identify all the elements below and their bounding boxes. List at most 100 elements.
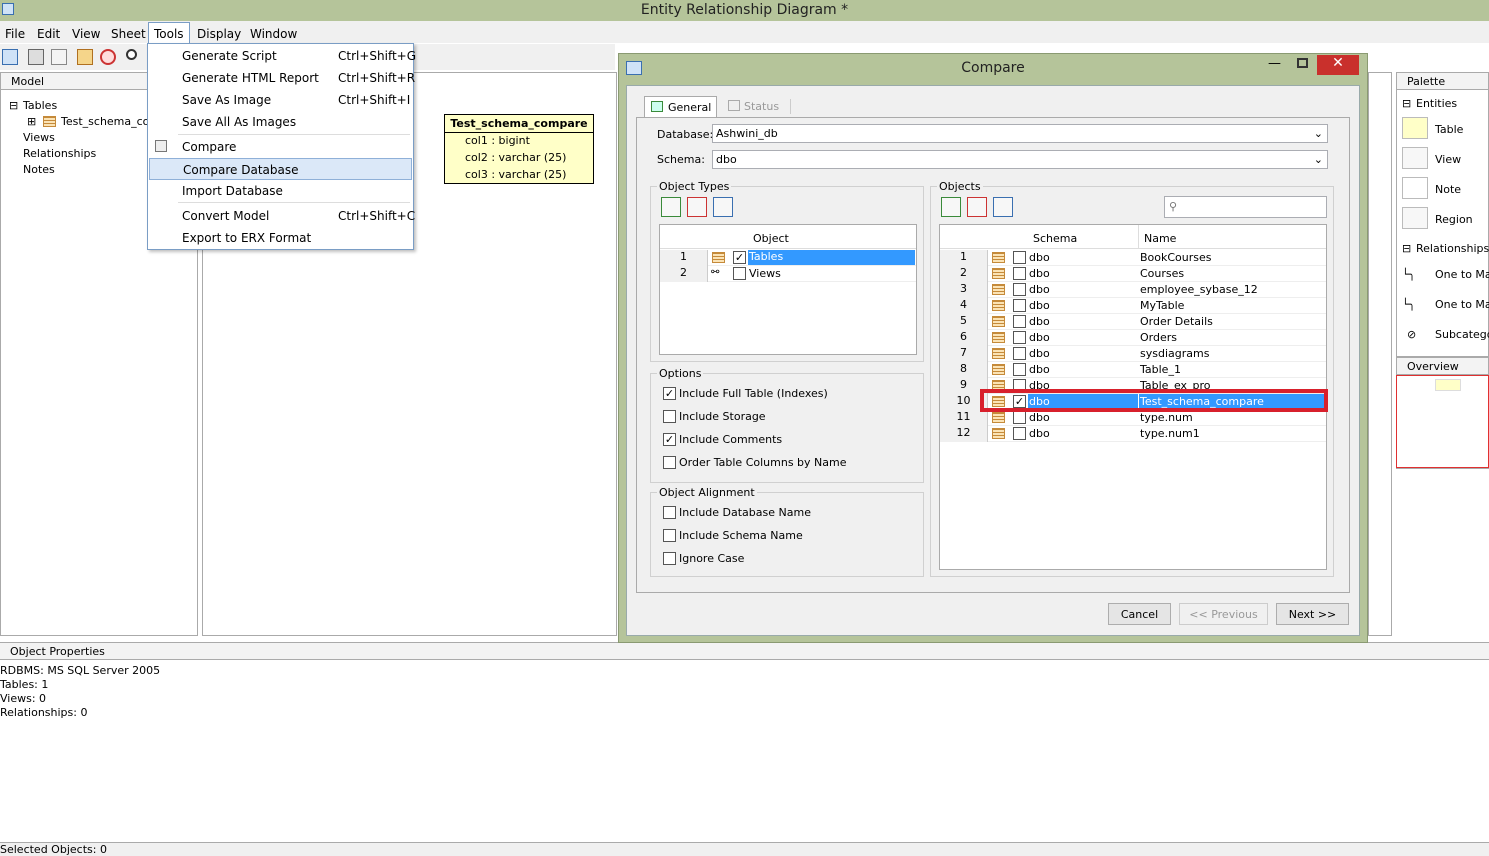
- object-types-grid: Object 1 ✓ Tables 2 ⚯ Views: [659, 224, 917, 355]
- table-row[interactable]: 2 dbo Courses: [940, 266, 1326, 282]
- deselect-all-icon[interactable]: [967, 197, 987, 217]
- palette-relationships-group[interactable]: Relationships: [1416, 242, 1489, 255]
- palette-entities-toggle[interactable]: ⊟: [1402, 97, 1411, 110]
- table-row[interactable]: 3 dbo employee_sybase_12: [940, 282, 1326, 298]
- views-checkbox[interactable]: [733, 267, 746, 280]
- object-checkbox[interactable]: [1013, 251, 1026, 264]
- include-database-name-checkbox[interactable]: [663, 506, 676, 519]
- object-checkbox[interactable]: [1013, 347, 1026, 360]
- print-icon[interactable]: [28, 49, 44, 65]
- table-row[interactable]: 11 dbo type.num: [940, 410, 1326, 426]
- palette-entities-group[interactable]: Entities: [1416, 97, 1457, 110]
- tree-tables[interactable]: Tables: [23, 99, 57, 112]
- order-columns-checkbox[interactable]: [663, 456, 676, 469]
- tab-status[interactable]: Status: [722, 96, 788, 117]
- stop-icon[interactable]: [100, 49, 116, 65]
- table-row[interactable]: 1 dbo BookCourses: [940, 250, 1326, 266]
- palette-region[interactable]: Region: [1435, 213, 1473, 226]
- object-checkbox[interactable]: [1013, 283, 1026, 296]
- invert-selection-icon[interactable]: [993, 197, 1013, 217]
- menu-display[interactable]: Display: [197, 27, 241, 41]
- menu-item-shortcut: Ctrl+Shift+G: [338, 49, 417, 63]
- database-select[interactable]: Ashwini_db ⌄: [712, 124, 1328, 143]
- ignore-case-checkbox[interactable]: [663, 552, 676, 565]
- object-checkbox[interactable]: [1013, 411, 1026, 424]
- entity-box[interactable]: Test_schema_compare col1 : bigint col2 :…: [444, 114, 594, 184]
- tools-menu-item[interactable]: Export to ERX Format: [149, 227, 412, 249]
- next-button[interactable]: Next >>: [1276, 603, 1349, 625]
- select-all-icon[interactable]: [661, 197, 681, 217]
- object-checkbox[interactable]: [1013, 331, 1026, 344]
- table-row[interactable]: 5 dbo Order Details: [940, 314, 1326, 330]
- tools-menu-item[interactable]: Compare Database: [149, 158, 412, 180]
- tree-table-toggle[interactable]: ⊞: [27, 115, 36, 128]
- schema-cell: dbo: [1029, 347, 1050, 360]
- table-row[interactable]: 7 dbo sysdiagrams: [940, 346, 1326, 362]
- tools-menu-item[interactable]: Compare: [149, 136, 412, 158]
- menu-file[interactable]: File: [5, 27, 25, 41]
- tab-general[interactable]: General: [644, 96, 717, 118]
- palette-note[interactable]: Note: [1435, 183, 1461, 196]
- tree-table-item[interactable]: Test_schema_com: [61, 115, 160, 128]
- table-row[interactable]: 12 dbo type.num1: [940, 426, 1326, 442]
- table-palette-icon[interactable]: [1402, 117, 1428, 139]
- minimize-icon[interactable]: —: [1268, 56, 1281, 71]
- table-row[interactable]: 2 ⚯ Views: [660, 266, 916, 282]
- tree-views[interactable]: Views: [23, 131, 55, 144]
- tree-notes[interactable]: Notes: [23, 163, 55, 176]
- one-to-many-dashed-icon: └╮: [1402, 298, 1416, 311]
- invert-selection-icon[interactable]: [713, 197, 733, 217]
- tree-relationships[interactable]: Relationships: [23, 147, 96, 160]
- palette-one-to-many[interactable]: One to Mar: [1435, 268, 1489, 281]
- include-comments-checkbox[interactable]: ✓: [663, 433, 676, 446]
- tools-menu-item[interactable]: Generate HTML Report Ctrl+Shift+R: [149, 67, 415, 89]
- tools-menu-item[interactable]: Import Database: [149, 180, 412, 202]
- tree-tables-toggle[interactable]: ⊟: [9, 99, 18, 112]
- palette-relationships-toggle[interactable]: ⊟: [1402, 242, 1411, 255]
- previous-button[interactable]: << Previous: [1179, 603, 1268, 625]
- menu-view[interactable]: View: [72, 27, 100, 41]
- include-full-table-checkbox[interactable]: ✓: [663, 387, 676, 400]
- object-checkbox[interactable]: [1013, 315, 1026, 328]
- object-checkbox[interactable]: [1013, 427, 1026, 440]
- tools-menu-item[interactable]: Save As Image Ctrl+Shift+I: [149, 89, 412, 111]
- name-cell: Order Details: [1140, 315, 1213, 328]
- object-checkbox[interactable]: [1013, 299, 1026, 312]
- tools-menu-item[interactable]: Generate Script Ctrl+Shift+G: [149, 45, 416, 67]
- table-row[interactable]: 8 dbo Table_1: [940, 362, 1326, 378]
- cancel-button[interactable]: Cancel: [1108, 603, 1171, 625]
- properties-icon[interactable]: [77, 49, 93, 65]
- note-palette-icon[interactable]: [1402, 177, 1428, 199]
- include-schema-name-checkbox[interactable]: [663, 529, 676, 542]
- menu-edit[interactable]: Edit: [37, 27, 60, 41]
- maximize-icon[interactable]: [1297, 58, 1308, 68]
- table-row[interactable]: 6 dbo Orders: [940, 330, 1326, 346]
- object-checkbox[interactable]: [1013, 267, 1026, 280]
- menu-tools[interactable]: Tools: [154, 27, 184, 41]
- view-palette-icon[interactable]: [1402, 147, 1428, 169]
- schema-select[interactable]: dbo ⌄: [712, 150, 1328, 169]
- tools-menu-item[interactable]: Save All As Images: [149, 111, 412, 133]
- palette-one-to-many-dashed[interactable]: One to Mar: [1435, 298, 1489, 311]
- page-setup-icon[interactable]: [51, 49, 67, 65]
- options-label: Options: [657, 367, 704, 380]
- table-row[interactable]: 4 dbo MyTable: [940, 298, 1326, 314]
- palette-subcategory[interactable]: Subcategor: [1435, 328, 1489, 341]
- property-line: Views: 0: [0, 692, 47, 705]
- objects-search-input[interactable]: ⚲: [1164, 196, 1327, 218]
- include-storage-checkbox[interactable]: [663, 410, 676, 423]
- tables-checkbox[interactable]: ✓: [733, 251, 746, 264]
- save-icon[interactable]: [2, 49, 18, 65]
- zoom-icon[interactable]: [126, 49, 137, 60]
- menu-sheet[interactable]: Sheet: [111, 27, 146, 41]
- palette-view[interactable]: View: [1435, 153, 1461, 166]
- tools-menu-item[interactable]: Convert Model Ctrl+Shift+C: [149, 205, 415, 227]
- close-button[interactable]: ✕: [1317, 55, 1359, 75]
- region-palette-icon[interactable]: [1402, 207, 1428, 229]
- table-row[interactable]: 1 ✓ Tables: [660, 250, 916, 266]
- select-all-icon[interactable]: [941, 197, 961, 217]
- palette-table[interactable]: Table: [1435, 123, 1463, 136]
- object-checkbox[interactable]: [1013, 363, 1026, 376]
- menu-window[interactable]: Window: [250, 27, 297, 41]
- deselect-all-icon[interactable]: [687, 197, 707, 217]
